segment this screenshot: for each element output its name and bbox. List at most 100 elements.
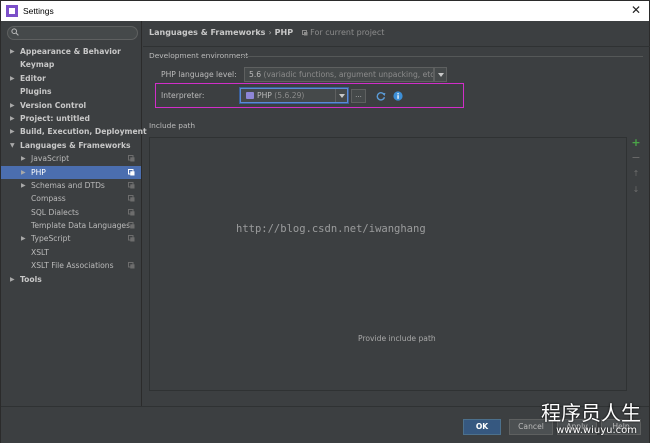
sidebar-item-version-control[interactable]: ▶ Version Control bbox=[1, 99, 141, 112]
sidebar-item-template-data-languages[interactable]: Template Data Languages bbox=[1, 219, 141, 232]
project-scope-icon bbox=[128, 222, 135, 229]
sidebar-item-label: SQL Dialects bbox=[31, 207, 79, 217]
sidebar-item-xslt-file-associations[interactable]: XSLT File Associations bbox=[1, 259, 141, 272]
project-scope-icon bbox=[128, 195, 135, 202]
search-input[interactable] bbox=[7, 26, 138, 40]
move-down-button[interactable]: ↓ bbox=[629, 184, 643, 196]
sidebar-item-sql-dialects[interactable]: SQL Dialects bbox=[1, 206, 141, 219]
chevron-down-icon bbox=[339, 94, 345, 98]
watermark-site: www.wiuyu.com bbox=[556, 425, 637, 436]
project-scope-icon bbox=[128, 235, 135, 242]
sidebar-item-label: Appearance & Behavior bbox=[20, 47, 121, 56]
chevron-right-icon[interactable]: ▶ bbox=[10, 72, 15, 85]
chevron-down-icon bbox=[438, 73, 444, 77]
close-icon[interactable]: ✕ bbox=[631, 3, 641, 17]
sidebar-item-schemas-and-dtds[interactable]: ▶ Schemas and DTDs bbox=[1, 179, 141, 192]
language-level-label: PHP language level: bbox=[161, 70, 237, 79]
sidebar-item-languages-frameworks[interactable]: ▼ Languages & Frameworks bbox=[1, 139, 141, 152]
php-interpreter-icon bbox=[246, 92, 254, 99]
sidebar-item-label: Build, Execution, Deployment bbox=[20, 127, 147, 137]
breadcrumb-item-php: PHP bbox=[274, 28, 294, 37]
project-scope-icon bbox=[301, 29, 308, 35]
sidebar-item-project-untitled[interactable]: ▶ Project: untitled bbox=[1, 112, 141, 125]
breadcrumb-item-languages: Languages & Frameworks bbox=[149, 28, 266, 37]
sidebar-item-javascript[interactable]: ▶ JavaScript bbox=[1, 152, 141, 165]
settings-content: Languages & Frameworks › PHP For current p… bbox=[143, 21, 650, 406]
sidebar-item-label: Editor bbox=[20, 73, 46, 83]
sidebar-item-label: JavaScript bbox=[31, 154, 70, 164]
sidebar-item-label: Plugins bbox=[20, 87, 52, 97]
language-level-dropdown-button[interactable] bbox=[434, 67, 447, 82]
sidebar-item-typescript[interactable]: ▶ TypeScript bbox=[1, 232, 141, 245]
move-up-button[interactable]: ↑ bbox=[629, 168, 643, 180]
chevron-down-icon[interactable]: ▼ bbox=[10, 139, 15, 152]
header-divider bbox=[143, 46, 650, 47]
chevron-right-icon[interactable]: ▶ bbox=[21, 179, 26, 192]
sidebar-item-editor[interactable]: ▶ Editor bbox=[1, 72, 141, 85]
phpstorm-logo-icon bbox=[6, 5, 18, 17]
breadcrumb-separator: › bbox=[268, 28, 272, 37]
sidebar-item-label: Tools bbox=[20, 274, 42, 284]
sidebar-item-label: XSLT bbox=[31, 247, 49, 257]
settings-window: Settings ✕ ▶ Appearance & Behavior Keymap ▶… bbox=[0, 0, 650, 443]
project-scope-icon bbox=[128, 208, 135, 216]
sidebar-item-label: PHP bbox=[31, 167, 46, 177]
chevron-right-icon[interactable]: ▶ bbox=[10, 99, 15, 112]
sidebar-item-plugins[interactable]: Plugins bbox=[1, 85, 141, 98]
breadcrumb: Languages & Frameworks › PHP For current p… bbox=[149, 28, 384, 37]
project-scope-icon bbox=[128, 262, 135, 269]
sidebar-item-label: Compass bbox=[31, 194, 66, 204]
sidebar-item-label: Template Data Languages bbox=[31, 221, 131, 231]
project-scope-label: For current project bbox=[301, 28, 385, 37]
sidebar-item-label: Project: untitled bbox=[20, 113, 90, 123]
sidebar-item-tools[interactable]: ▶ Tools bbox=[1, 273, 141, 286]
sidebar-item-label: XSLT File Associations bbox=[31, 261, 114, 271]
interpreter-value: PHP (5.6.29) bbox=[257, 91, 305, 100]
language-level-select[interactable]: 5.6 (variadic functions, argument unpack… bbox=[244, 67, 434, 82]
project-scope-icon bbox=[128, 155, 135, 162]
chevron-right-icon[interactable]: ▶ bbox=[21, 232, 26, 245]
language-level-hint: (variadic functions, argument unpacking,… bbox=[263, 70, 434, 79]
chevron-right-icon[interactable]: ▶ bbox=[10, 125, 15, 138]
chevron-right-icon[interactable]: ▶ bbox=[10, 112, 15, 125]
include-path-empty-text: Provide include path bbox=[358, 334, 436, 343]
sidebar-item-xslt[interactable]: XSLT bbox=[1, 246, 141, 259]
refresh-icon[interactable] bbox=[376, 91, 386, 101]
settings-tree: ▶ Appearance & Behavior Keymap ▶ Editor Plugi… bbox=[1, 45, 147, 286]
project-scope-text: For current project bbox=[310, 28, 385, 37]
sidebar-item-keymap[interactable]: Keymap bbox=[1, 58, 141, 71]
interpreter-select[interactable]: PHP (5.6.29) bbox=[240, 88, 348, 103]
sidebar-item-compass[interactable]: Compass bbox=[1, 192, 141, 205]
window-title: Settings bbox=[23, 6, 54, 16]
sidebar-item-label: Languages & Frameworks bbox=[20, 140, 131, 150]
search-icon bbox=[11, 28, 19, 36]
project-scope-icon bbox=[128, 181, 135, 189]
chevron-right-icon[interactable]: ▶ bbox=[21, 152, 26, 165]
configure-interpreter-button[interactable]: ... bbox=[351, 89, 366, 103]
interpreter-dropdown-button[interactable] bbox=[335, 89, 347, 102]
sidebar-item-label: Keymap bbox=[20, 60, 55, 70]
project-scope-icon bbox=[128, 168, 135, 176]
interpreter-label: Interpreter: bbox=[161, 91, 205, 100]
sidebar-item-appearance-behavior[interactable]: ▶ Appearance & Behavior bbox=[1, 45, 141, 58]
sidebar-item-php[interactable]: ▶ PHP bbox=[1, 165, 141, 179]
chevron-right-icon[interactable]: ▶ bbox=[10, 273, 15, 286]
settings-sidebar: ▶ Appearance & Behavior Keymap ▶ Editor Plugi… bbox=[1, 21, 147, 406]
include-path-section-title: Include path bbox=[149, 121, 196, 130]
chevron-right-icon[interactable]: ▶ bbox=[21, 166, 26, 179]
dev-env-section-line bbox=[241, 56, 643, 57]
dev-env-section-title: Development environment bbox=[149, 51, 249, 60]
chevron-right-icon[interactable]: ▶ bbox=[10, 45, 15, 58]
sidebar-item-build-execution-deployment[interactable]: ▶ Build, Execution, Deployment bbox=[1, 125, 147, 138]
title-bar: Settings ✕ bbox=[1, 1, 649, 21]
sidebar-item-label: TypeScript bbox=[31, 234, 71, 244]
add-include-path-button[interactable]: + bbox=[629, 137, 643, 149]
language-level-value: 5.6 bbox=[249, 70, 262, 79]
info-icon[interactable] bbox=[393, 91, 403, 101]
ok-button[interactable]: OK bbox=[463, 419, 501, 435]
remove-include-path-button[interactable]: − bbox=[629, 152, 643, 164]
sidebar-item-label: Schemas and DTDs bbox=[31, 180, 105, 190]
include-path-list[interactable]: Provide include path bbox=[149, 137, 627, 391]
watermark-url: http://blog.csdn.net/iwanghang bbox=[236, 223, 426, 235]
sidebar-item-label: Version Control bbox=[20, 100, 87, 110]
